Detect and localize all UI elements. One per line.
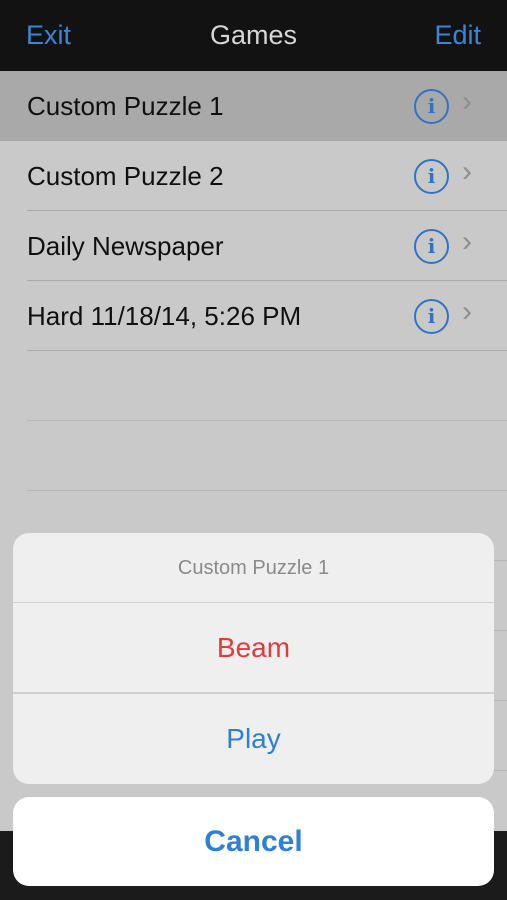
empty-row <box>0 351 507 421</box>
empty-row <box>0 421 507 491</box>
info-icon[interactable]: i <box>414 229 449 264</box>
action-sheet-title: Custom Puzzle 1 <box>177 557 330 579</box>
chevron-right-icon: › <box>462 155 472 188</box>
game-title: Custom Puzzle 2 <box>27 161 224 191</box>
game-title: Custom Puzzle 1 <box>27 91 224 121</box>
beam-button[interactable]: Beam <box>13 603 494 692</box>
chevron-right-icon: › <box>462 225 472 258</box>
info-icon[interactable]: i <box>414 299 449 334</box>
list-item[interactable]: Hard 11/18/14, 5:26 PM i › <box>0 281 507 351</box>
game-title: Hard 11/18/14, 5:26 PM <box>27 301 302 331</box>
navigation-bar: Exit Games Edit <box>0 0 507 71</box>
chevron-right-icon: › <box>462 85 472 118</box>
page-title: Games <box>209 20 298 50</box>
list-item[interactable]: Daily Newspaper i › <box>0 211 507 281</box>
list-item[interactable]: Custom Puzzle 2 i › <box>0 141 507 211</box>
play-button[interactable]: Play <box>13 694 494 784</box>
info-icon[interactable]: i <box>414 89 449 124</box>
game-title: Daily Newspaper <box>27 231 224 261</box>
edit-button[interactable]: Edit <box>434 20 481 51</box>
list-item[interactable]: Custom Puzzle 1 i › <box>0 71 507 141</box>
cancel-button[interactable]: Cancel <box>13 797 494 886</box>
info-icon[interactable]: i <box>414 159 449 194</box>
chevron-right-icon: › <box>462 295 472 328</box>
action-sheet: Custom Puzzle 1 Beam Play <box>13 533 494 784</box>
